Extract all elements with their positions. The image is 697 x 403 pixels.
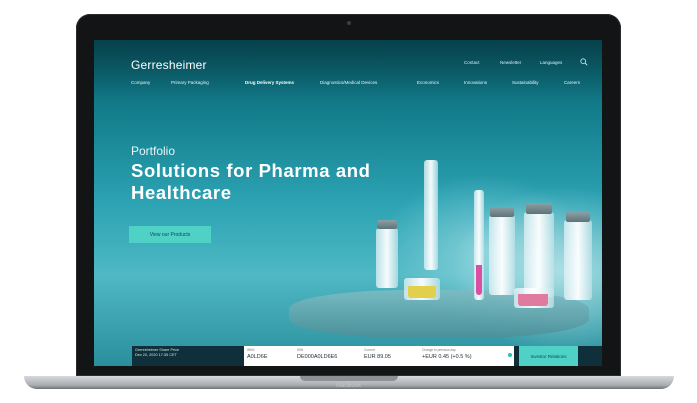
vial-cap xyxy=(526,203,552,214)
newsletter-link[interactable]: Newsletter xyxy=(500,60,521,65)
vial-cap xyxy=(377,220,397,229)
view-products-button[interactable]: View our Products xyxy=(129,226,211,243)
share-price-timestamp: Dec 20, 2020 17:35 CET xyxy=(135,353,177,357)
website-screen: Gerresheimer Contact Newsletter Language… xyxy=(94,40,602,366)
vial-cap xyxy=(490,207,514,217)
nav-sustainability[interactable]: Sustainability xyxy=(512,80,539,85)
current-price-value: EUR 89.05 xyxy=(364,354,391,360)
nav-diagnostics-medical-devices[interactable]: Diagnostics/Medical Devices xyxy=(320,80,377,85)
search-icon[interactable] xyxy=(580,58,588,66)
product-vial-image xyxy=(424,160,438,270)
change-value: +EUR 0.45 (+0.5 %) xyxy=(422,354,472,360)
change-label: Change to previous day xyxy=(422,348,456,352)
nav-primary-packaging[interactable]: Primary Packaging xyxy=(171,80,209,85)
contact-link[interactable]: Contact xyxy=(464,60,480,65)
laptop-notch xyxy=(300,376,398,381)
product-vial-image xyxy=(489,215,515,295)
nav-company[interactable]: Company xyxy=(131,80,150,85)
nav-careers[interactable]: Careers xyxy=(564,80,580,85)
hero-eyebrow: Portfolio xyxy=(131,144,176,158)
company-logo[interactable]: Gerresheimer xyxy=(131,58,207,72)
investor-relations-button[interactable]: Investor Relations xyxy=(519,346,578,366)
product-vial-image xyxy=(376,228,398,288)
vial-cap xyxy=(566,212,590,222)
isin-label: ISIN xyxy=(297,348,304,352)
status-dot xyxy=(508,353,512,357)
nav-drug-delivery-systems[interactable]: Drug Delivery Systems xyxy=(245,80,294,85)
nav-economics[interactable]: Economics xyxy=(417,80,439,85)
isin-value: DE000A0LD6E6 xyxy=(297,354,338,360)
product-vial-image xyxy=(524,212,554,297)
wkn-label: WKN xyxy=(247,348,255,352)
product-vial-image xyxy=(564,220,592,300)
device-brand-label: MacBook xyxy=(335,383,361,389)
share-price-title: Gerresheimer Share Price Dec 20, 2020 17… xyxy=(135,348,245,358)
vial-liquid xyxy=(408,286,436,298)
languages-link[interactable]: Languages xyxy=(540,60,562,65)
nav-innovations[interactable]: Innovations xyxy=(464,80,487,85)
vial-liquid xyxy=(476,265,482,295)
camera-icon xyxy=(347,21,351,25)
vial-liquid xyxy=(518,294,548,306)
hero-headline: Solutions for Pharma and Healthcare xyxy=(131,160,371,203)
current-price-label: Current xyxy=(364,348,375,352)
wkn-value: A0LD6E xyxy=(247,354,268,360)
